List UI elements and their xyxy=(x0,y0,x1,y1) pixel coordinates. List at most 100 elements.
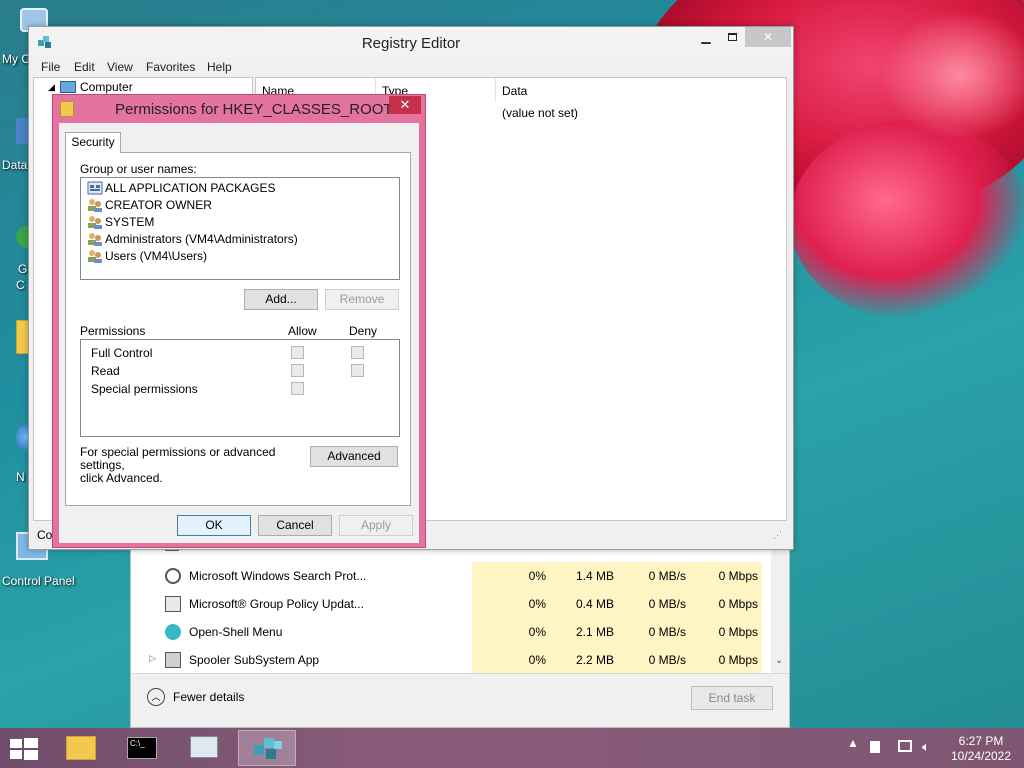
permission-row: Read xyxy=(91,364,391,382)
computer-icon xyxy=(60,81,76,93)
permission-name: Full Control xyxy=(91,346,153,360)
apply-button[interactable]: Apply xyxy=(339,515,413,536)
cpu-cell: 0% xyxy=(472,590,546,618)
show-hidden-icons[interactable]: ▲ xyxy=(847,736,859,750)
memory-cell: 2.2 MB xyxy=(546,646,618,674)
maximize-button[interactable] xyxy=(719,27,745,47)
add-button[interactable]: Add... xyxy=(244,289,318,310)
deny-checkbox[interactable] xyxy=(351,346,364,359)
network-icon[interactable] xyxy=(898,740,912,752)
window-title: Registry Editor xyxy=(361,35,461,52)
menu-view[interactable]: View xyxy=(107,60,133,74)
network-cell: 0 Mbps xyxy=(690,562,762,590)
close-button[interactable]: ✕ xyxy=(389,96,421,114)
registry-editor-icon xyxy=(254,738,282,759)
table-row[interactable]: Microsoft Windows Search Prot... 0% 1.4 … xyxy=(131,562,771,590)
advanced-note-line: For special permissions or advanced sett… xyxy=(80,445,276,472)
table-row[interactable]: ▷ Spooler SubSystem App 0% 2.2 MB 0 MB/s… xyxy=(131,646,771,674)
start-button[interactable] xyxy=(10,738,38,760)
disk-cell: 0 MB/s xyxy=(618,646,690,674)
windows-logo-icon xyxy=(10,738,38,760)
taskbar-file-explorer[interactable] xyxy=(52,730,110,766)
allow-checkbox[interactable] xyxy=(291,364,304,377)
menu-favorites[interactable]: Favorites xyxy=(146,60,195,74)
taskbar-registry-editor[interactable] xyxy=(238,730,296,766)
fewer-details-link[interactable]: Fewer details xyxy=(173,690,244,704)
taskbar: C:\_ ▲ 🔈︎ 6:27 PM 10/24/2022 xyxy=(0,728,1024,768)
process-name: Open-Shell Menu xyxy=(189,625,283,639)
clock-date: 10/24/2022 xyxy=(950,749,1012,763)
search-process-icon xyxy=(165,568,181,584)
app-packages-icon xyxy=(87,181,103,195)
process-name: Spooler SubSystem App xyxy=(189,653,320,667)
permissions-label: Permissions xyxy=(80,324,146,338)
taskbar-task-manager[interactable] xyxy=(176,730,234,766)
user-group-icon xyxy=(88,250,102,263)
cancel-button[interactable]: Cancel xyxy=(258,515,332,536)
title-bar[interactable]: Registry Editor ▁ ✕ xyxy=(29,27,793,57)
permissions-list[interactable]: Full Control Read Special permissions xyxy=(80,339,400,437)
table-row[interactable]: Microsoft® Group Policy Updat... 0% 0.4 … xyxy=(131,590,771,618)
desktop-icon-label: N xyxy=(16,470,25,484)
close-button[interactable]: ✕ xyxy=(745,27,791,47)
menu-edit[interactable]: Edit xyxy=(74,60,95,74)
dialog-title-bar[interactable]: Permissions for HKEY_CLASSES_ROOT ✕ xyxy=(53,95,425,123)
network-cell: 0 Mbps xyxy=(690,618,762,646)
dialog-body: Security Group or user names: ALL APPLIC… xyxy=(59,123,419,543)
collapse-arrow-icon[interactable]: ◢ xyxy=(48,82,55,93)
menu-bar: File Edit View Favorites Help xyxy=(29,57,793,77)
user-list[interactable]: ALL APPLICATION PACKAGES CREATOR OWNER S… xyxy=(80,177,400,280)
chevron-up-icon[interactable]: ︿ xyxy=(147,688,165,706)
clock[interactable]: 6:27 PM 10/24/2022 xyxy=(944,734,1018,764)
group-policy-icon xyxy=(165,596,181,612)
status-text: Co xyxy=(37,528,53,542)
tab-security[interactable]: Security xyxy=(65,132,121,153)
table-row[interactable]: Open-Shell Menu 0% 2.1 MB 0 MB/s 0 Mbps xyxy=(131,618,771,646)
dialog-title: Permissions for HKEY_CLASSES_ROOT xyxy=(115,101,393,118)
disk-cell: 0 MB/s xyxy=(618,562,690,590)
user-group-icon xyxy=(88,216,102,229)
folder-icon xyxy=(66,736,96,760)
permission-row: Special permissions xyxy=(91,382,391,400)
deny-checkbox[interactable] xyxy=(351,364,364,377)
column-header-data[interactable]: Data xyxy=(496,78,786,102)
clock-time: 6:27 PM xyxy=(958,734,1004,748)
menu-help[interactable]: Help xyxy=(207,60,232,74)
process-name: Microsoft Windows Search Prot... xyxy=(189,569,367,583)
menu-file[interactable]: File xyxy=(41,60,60,74)
expand-arrow-icon[interactable]: ▷ xyxy=(149,653,156,664)
folder-icon xyxy=(60,101,74,117)
desktop-icon-label: C xyxy=(16,278,25,292)
resize-grip-icon[interactable]: ⋰ xyxy=(773,530,782,541)
desktop-icon-label: Control Panel xyxy=(2,574,75,588)
minimize-button[interactable]: ▁ xyxy=(693,27,719,47)
deny-label: Deny xyxy=(349,324,378,338)
process-name: Microsoft® Group Policy Updat... xyxy=(189,597,364,611)
network-cell: 0 Mbps xyxy=(690,590,762,618)
value-data-cell[interactable]: (value not set) xyxy=(502,106,578,120)
remove-button[interactable]: Remove xyxy=(325,289,399,310)
wallpaper-flower-petal xyxy=(790,120,1024,320)
action-center-icon[interactable] xyxy=(870,741,880,753)
desktop-icon-label: G xyxy=(18,262,28,276)
taskbar-command-prompt[interactable]: C:\_ xyxy=(114,730,172,766)
memory-cell: 1.4 MB xyxy=(546,562,618,590)
user-group-icon xyxy=(88,199,102,212)
security-tab-panel: Group or user names: ALL APPLICATION PAC… xyxy=(65,152,411,506)
scrollbar[interactable]: ⌄ xyxy=(771,541,789,673)
user-name: Administrators (VM4\Administrators) xyxy=(105,232,298,246)
volume-icon[interactable]: 🔈︎ xyxy=(922,739,930,755)
task-manager-window: Microsoft Windows Search Prot... 0% 1.4 … xyxy=(130,540,790,728)
advanced-button[interactable]: Advanced xyxy=(310,446,398,467)
ok-button[interactable]: OK xyxy=(177,515,251,536)
end-task-button[interactable]: End task xyxy=(691,686,773,710)
advanced-note: For special permissions or advanced sett… xyxy=(80,446,310,485)
user-name: ALL APPLICATION PACKAGES xyxy=(105,181,276,195)
allow-checkbox[interactable] xyxy=(291,382,304,395)
allow-checkbox[interactable] xyxy=(291,346,304,359)
user-group-icon xyxy=(88,233,102,246)
scroll-down-icon[interactable]: ⌄ xyxy=(775,655,783,666)
tree-item-computer[interactable]: Computer xyxy=(80,80,133,94)
user-name: CREATOR OWNER xyxy=(105,198,212,212)
task-manager-icon xyxy=(190,736,218,758)
